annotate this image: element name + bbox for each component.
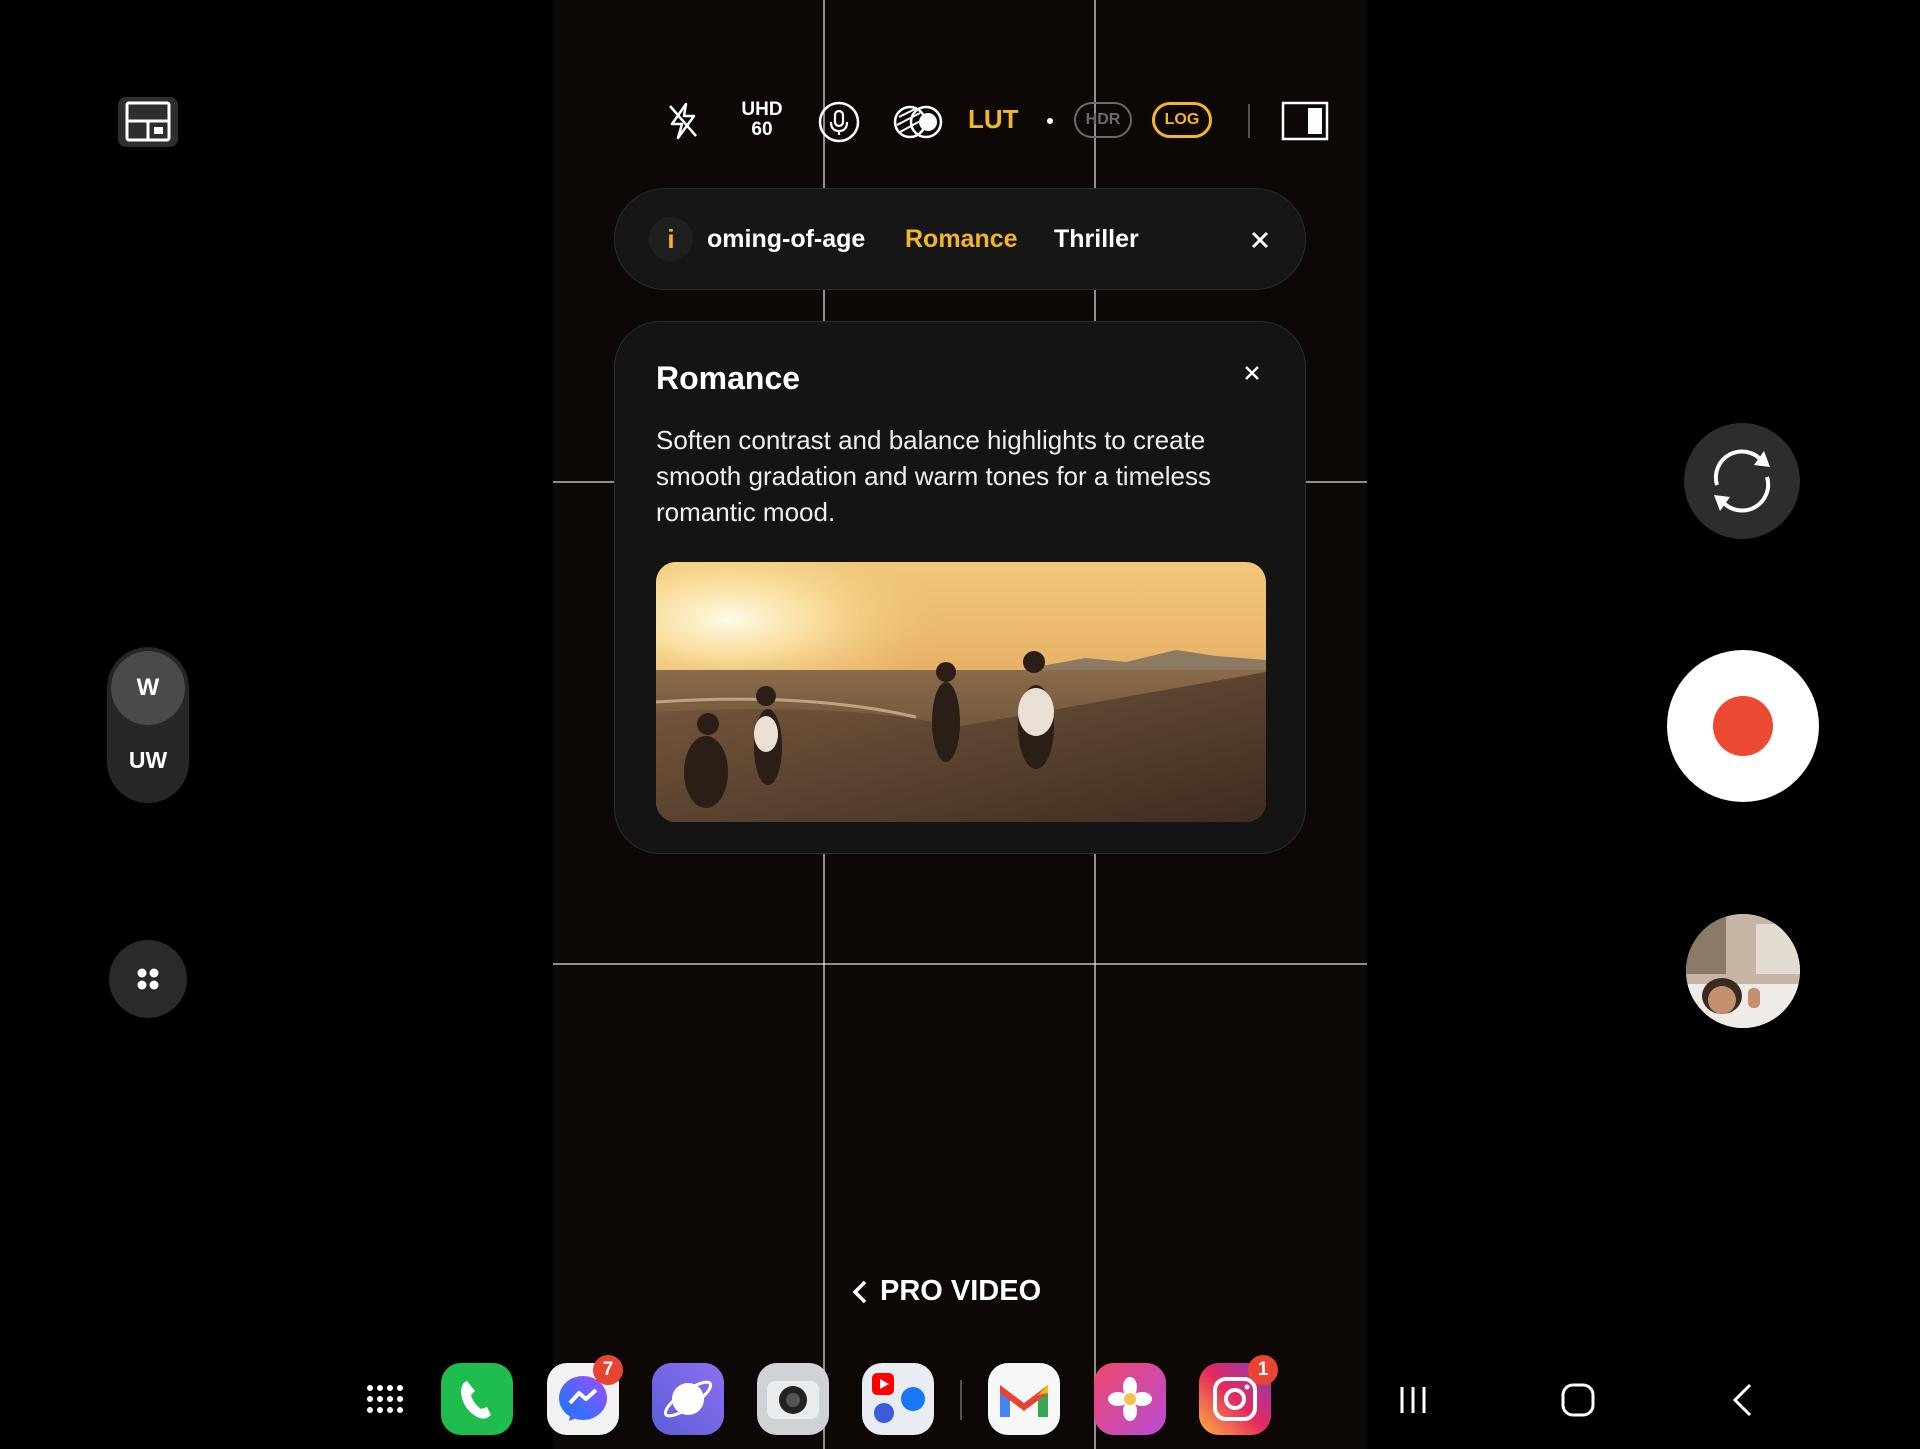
folder-icon (872, 1373, 925, 1423)
fps-label: 60 (751, 119, 773, 140)
recents-icon (1400, 1387, 1426, 1413)
switch-camera-button[interactable] (1684, 423, 1800, 539)
back-button[interactable] (1724, 1382, 1760, 1418)
four-dots-icon (137, 968, 159, 990)
phone-app[interactable] (441, 1363, 513, 1435)
home-icon (1561, 1383, 1595, 1417)
filter-selector-bar: i oming-of-age Romance Thriller (614, 188, 1306, 290)
switch-camera-icon (1713, 449, 1771, 513)
camera-icon (767, 1381, 819, 1419)
internet-app[interactable] (652, 1363, 724, 1435)
gallery-app[interactable] (1094, 1363, 1166, 1435)
messenger-badge: 7 (593, 1355, 623, 1385)
layout-button[interactable] (118, 97, 178, 147)
home-button[interactable] (1560, 1382, 1596, 1418)
internet-icon (652, 1363, 724, 1435)
modes-button[interactable] (109, 940, 187, 1018)
gallery-thumbnail[interactable] (1686, 914, 1800, 1028)
mode-selector[interactable]: PRO VIDEO (850, 1275, 1041, 1308)
record-button[interactable] (1667, 650, 1819, 802)
resolution-label: UHD (741, 99, 783, 120)
grid-line (553, 963, 1367, 965)
record-icon (1713, 696, 1773, 756)
lens-ultra-wide-button[interactable]: UW (107, 747, 189, 774)
instagram-badge: 1 (1248, 1355, 1278, 1385)
gmail-app[interactable] (988, 1363, 1060, 1435)
filter-option-romance[interactable]: Romance (905, 225, 1018, 254)
close-filter-bar-button[interactable] (1245, 225, 1275, 255)
filter-option-thriller[interactable]: Thriller (1054, 225, 1139, 254)
layout-icon (125, 101, 171, 142)
close-card-button[interactable] (1237, 358, 1267, 388)
card-description: Soften contrast and balance highlights t… (656, 425, 1211, 527)
app-drawer-button[interactable] (362, 1380, 406, 1424)
separator-dot (1047, 118, 1053, 124)
camera-app[interactable] (757, 1363, 829, 1435)
chevron-left-icon (852, 1280, 867, 1303)
flash-off-icon[interactable] (662, 100, 704, 142)
hdr-toggle[interactable]: HDR (1074, 102, 1132, 138)
phone-icon (461, 1381, 491, 1419)
resolution-button[interactable]: UHD 60 (740, 100, 784, 140)
gmail-icon (1000, 1385, 1048, 1417)
dock-divider (960, 1380, 962, 1420)
recents-button[interactable] (1396, 1382, 1432, 1418)
card-title: Romance (656, 360, 801, 396)
sample-image (656, 562, 1266, 822)
microphone-icon[interactable] (817, 100, 861, 144)
gallery-flower-icon (1094, 1363, 1166, 1435)
back-icon (1732, 1383, 1752, 1417)
mode-label: PRO VIDEO (880, 1275, 1042, 1307)
close-icon (1245, 366, 1259, 380)
lens-wide-button[interactable]: W (111, 651, 185, 725)
lut-label[interactable]: LUT (968, 104, 1019, 135)
social-folder[interactable] (862, 1363, 934, 1435)
lens-selector: W UW (107, 647, 189, 803)
filter-option-coming-of-age[interactable]: oming-of-age (707, 225, 865, 254)
filter-icon[interactable] (890, 100, 946, 144)
grid-dots-icon (367, 1385, 403, 1413)
close-icon (1251, 231, 1269, 249)
log-toggle[interactable]: LOG (1152, 102, 1212, 138)
filter-info-card: Romance Soften contrast and balance high… (614, 321, 1306, 854)
aspect-ratio-icon[interactable] (1280, 100, 1330, 142)
info-button[interactable]: i (649, 217, 693, 261)
divider (1248, 104, 1250, 138)
